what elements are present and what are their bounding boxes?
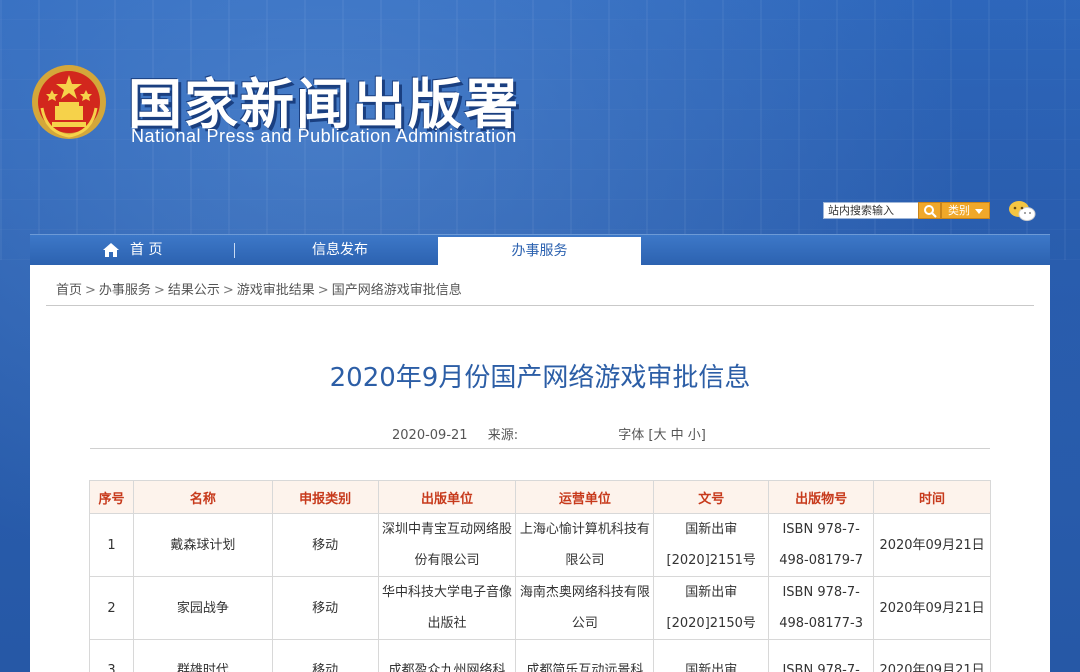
table-cell: 群雄时代 [132,639,273,672]
column-header: 申报类别 [271,480,379,514]
breadcrumb-sep: > [153,283,165,298]
table-cell: 成都简乐互动远景科 [515,639,655,672]
table-cell: 华中科技大学电子音像出版社 [377,576,517,640]
table-cell: 2020年09月21日 [873,576,991,640]
nav-home[interactable]: 首 页 [96,235,206,266]
font-size-selector[interactable]: 字体 [大 中 小] [618,428,706,443]
table-cell: 海南杰奥网络科技有限公司 [515,576,655,640]
search-button[interactable] [918,202,941,219]
article-title: 2020年9月份国产网络游戏审批信息 [329,363,751,393]
table-cell: 成都盈众九州网络科 [377,639,517,672]
column-header: 名称 [132,480,273,514]
breadcrumb-sep: > [317,283,329,298]
article-source-label: 来源: [487,428,519,443]
nav-service-active[interactable]: 办事服务 [438,237,641,266]
table-cell: 移动 [271,513,379,577]
table-cell: 移动 [271,639,379,672]
main-nav: 首 页 信息发布 办事服务 [30,234,1050,266]
approval-table: 序号 名称 申报类别 出版单位 运营单位 文号 出版物号 时间 1 戴森球计划 … [89,480,991,672]
breadcrumb-divider [46,305,1034,306]
table-cell: 3 [89,639,134,672]
category-dropdown[interactable]: 类别 [941,202,990,219]
column-header: 时间 [873,480,991,514]
column-header: 文号 [653,480,770,514]
breadcrumb-item-home[interactable]: 首页 [56,283,82,298]
national-emblem-icon [32,65,106,139]
breadcrumb-sep: > [85,283,96,298]
table-cell: 2 [89,576,134,640]
article-meta: 2020-09-21 来源: 字体 [大 中 小] [392,424,722,443]
search-icon [924,205,937,218]
site-subtitle: National Press and Publication Administr… [131,126,517,146]
table-cell: 戴森球计划 [132,513,273,577]
nav-divider [234,243,235,258]
nav-home-label: 首 页 [130,242,163,258]
table-cell: 2020年09月21日 [873,639,991,672]
table-cell: 2020年09月21日 [873,513,991,577]
content-panel: 首页 > 办事服务 > 结果公示 > 游戏审批结果 > 国产网络游戏审批信息 2020年9月份国… [30,265,1050,672]
search-input[interactable]: 站内搜索输入 [823,202,919,219]
table-cell: 上海心愉计算机科技有限公司 [515,513,655,577]
column-header: 出版单位 [377,480,517,514]
table-row: 2 家园战争 移动 华中科技大学电子音像出版社 海南杰奥网络科技有限公司 国新出… [89,576,991,640]
breadcrumb-item-results[interactable]: 结果公示 [168,283,220,298]
table-cell: 移动 [271,576,379,640]
table-cell: 1 [89,513,134,577]
category-label: 类别 [948,204,970,217]
table-cell: 深圳中青宝互动网络股份有限公司 [377,513,517,577]
table-cell: 家园战争 [132,576,273,640]
table-row: 1 戴森球计划 移动 深圳中青宝互动网络股份有限公司 上海心愉计算机科技有限公司… [89,513,991,577]
meta-divider [90,448,990,449]
wechat-icon[interactable] [1008,200,1036,222]
table-cell: ISBN 978-7-498-08177-3 [768,576,875,640]
article-date: 2020-09-21 [392,428,468,443]
chevron-down-icon [975,209,983,214]
breadcrumb-sep: > [222,283,234,298]
table-cell: ISBN 978-7- [768,639,875,672]
table-cell: 国新出审[2020]2150号 [653,576,770,640]
breadcrumb: 首页 > 办事服务 > 结果公示 > 游戏审批结果 > 国产网络游戏审批信息 [56,279,462,298]
table-cell: 国新出审[2020]2151号 [653,513,770,577]
breadcrumb-item-game-results[interactable]: 游戏审批结果 [237,283,315,298]
column-header: 出版物号 [768,480,875,514]
breadcrumb-item-service[interactable]: 办事服务 [99,283,151,298]
column-header: 运营单位 [515,480,655,514]
column-header: 序号 [89,480,134,514]
table-row: 3 群雄时代 移动 成都盈众九州网络科 成都简乐互动远景科 国新出审 ISBN … [89,639,991,672]
table-header-row: 序号 名称 申报类别 出版单位 运营单位 文号 出版物号 时间 [89,480,991,514]
breadcrumb-item-current[interactable]: 国产网络游戏审批信息 [332,283,462,298]
nav-info[interactable]: 信息发布 [270,235,410,266]
table-cell: ISBN 978-7-498-08179-7 [768,513,875,577]
table-cell: 国新出审 [653,639,770,672]
home-icon [103,243,119,257]
